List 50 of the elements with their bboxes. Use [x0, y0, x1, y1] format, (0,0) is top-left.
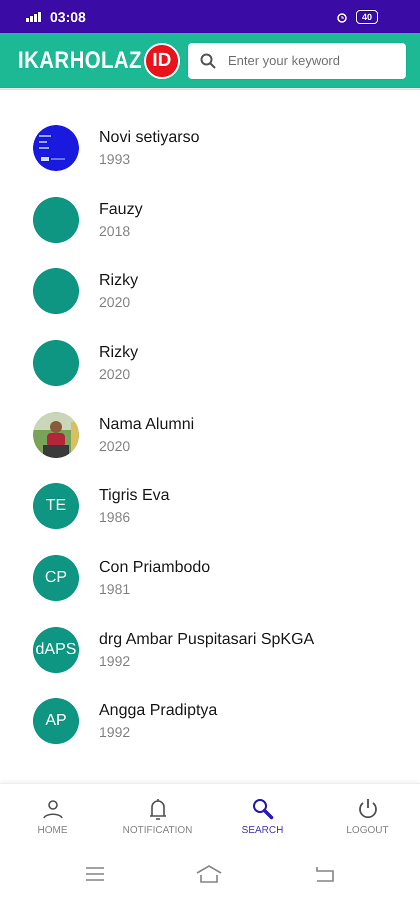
alumni-item[interactable]: TE Tigris Eva 1986 [33, 470, 420, 542]
alarm-icon [336, 10, 348, 22]
avatar-placeholder [33, 196, 79, 243]
alumni-year: 1992 [99, 724, 132, 740]
initials-avatar: TE [33, 483, 79, 530]
alumni-item[interactable]: Fauzy 2018 [33, 184, 420, 256]
alumni-year: 1992 [99, 652, 132, 669]
signal-icon [26, 12, 42, 22]
avatar-placeholder [33, 340, 79, 386]
alumni-item[interactable]: Novi setiyarso 1993 [33, 112, 420, 184]
avatar-placeholder [33, 268, 79, 314]
initials-avatar: AP [33, 698, 79, 744]
nav-tab[interactable]: SEARCH [210, 784, 315, 848]
alumni-name: Fauzy [99, 200, 143, 219]
app-logo: IKARHOLAZ [18, 46, 142, 74]
alumni-year: 2020 [99, 294, 132, 310]
search-icon [200, 52, 216, 68]
initials-avatar: CP [33, 554, 79, 601]
alumni-name: Novi setiyarso [99, 128, 200, 147]
menu-icon[interactable] [85, 866, 105, 882]
alumni-year: 2020 [99, 366, 132, 382]
search-icon [250, 796, 274, 820]
alumni-item[interactable]: Nama Alumni 2020 [33, 398, 420, 470]
alumni-name: Rizky [99, 344, 138, 362]
alumni-year: 1993 [99, 150, 132, 167]
alumni-year: 1986 [99, 509, 132, 526]
alumni-year: 1981 [99, 580, 132, 597]
alumni-name: Angga Pradiptya [99, 702, 218, 720]
alumni-item[interactable]: Rizky 2020 [33, 327, 420, 399]
home-icon[interactable] [195, 865, 223, 883]
clock-time: 03:08 [50, 8, 86, 24]
alumni-item[interactable]: dAPS drg Ambar Puspitasari SpKGA 1992 [33, 614, 420, 686]
alumni-name: Nama Alumni [99, 416, 194, 434]
search-field[interactable]: Enter your keyword [188, 42, 406, 78]
nav-tab[interactable]: LOGOUT [315, 784, 420, 848]
alumni-item[interactable]: AP Angga Pradiptya 1992 [33, 686, 420, 758]
alumni-year: 2018 [99, 222, 132, 239]
alumni-name: Tigris Eva [99, 487, 170, 506]
back-icon[interactable] [313, 866, 335, 882]
alumni-name: drg Ambar Puspitasari SpKGA [99, 630, 314, 649]
alumni-year: 2020 [99, 438, 132, 454]
alumni-item[interactable]: CP Con Priambodo 1981 [33, 542, 420, 614]
logo-badge: ID [144, 42, 180, 78]
initials-avatar: dAPS [33, 626, 79, 673]
nav-tab[interactable]: HOME [0, 784, 105, 848]
battery-level: 40 [362, 12, 372, 22]
alumni-name: Rizky [99, 272, 138, 290]
nav-tab[interactable]: NOTIFICATION [105, 784, 210, 848]
alumni-name: Con Priambodo [99, 558, 210, 577]
alumni-item[interactable]: Rizky 2020 [33, 255, 420, 328]
